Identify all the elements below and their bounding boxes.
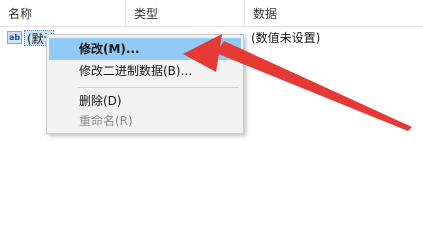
arrow-shaft — [216, 41, 412, 131]
arrow-head — [183, 34, 222, 72]
red-arrow-annotation — [183, 34, 412, 131]
